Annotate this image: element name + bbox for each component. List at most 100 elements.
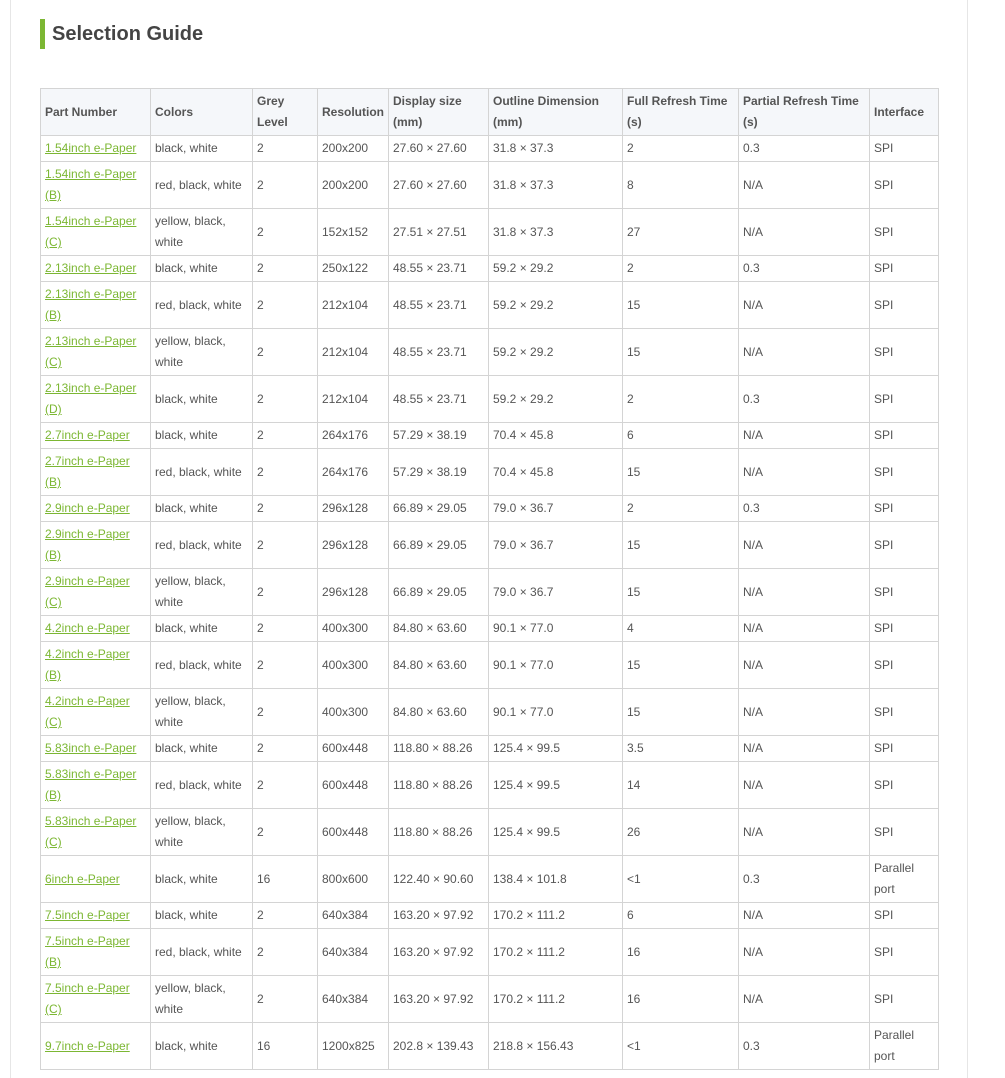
display-size-cell: 163.20 × 97.92 (388, 975, 489, 1023)
display-size-cell: 57.29 × 38.19 (388, 422, 489, 449)
partial-refresh-cell: N/A (738, 975, 870, 1023)
part-number-cell: 2.7inch e-Paper (B) (40, 448, 151, 496)
part-number-link[interactable]: 7.5inch e-Paper (C) (45, 981, 130, 1016)
part-number-link[interactable]: 5.83inch e-Paper (B) (45, 767, 136, 802)
colors-cell: red, black, white (150, 521, 253, 569)
part-number-cell: 2.9inch e-Paper (40, 495, 151, 522)
part-number-link[interactable]: 4.2inch e-Paper (B) (45, 647, 130, 682)
part-number-cell: 6inch e-Paper (40, 855, 151, 903)
display-size-cell: 48.55 × 23.71 (388, 328, 489, 376)
table-row: 2.9inch e-Paper black, white 2 296x128 66.89… (40, 495, 939, 522)
grey-level-cell: 2 (252, 495, 318, 522)
colors-cell: yellow, black, white (150, 568, 253, 616)
outline-dimension-cell: 31.8 × 37.3 (488, 135, 623, 162)
interface-cell: SPI (869, 495, 939, 522)
part-number-cell: 2.13inch e-Paper (B) (40, 281, 151, 329)
display-size-cell: 48.55 × 23.71 (388, 255, 489, 282)
part-number-link[interactable]: 5.83inch e-Paper (C) (45, 814, 136, 849)
outline-dimension-cell: 59.2 × 29.2 (488, 375, 623, 423)
part-number-link[interactable]: 5.83inch e-Paper (45, 741, 136, 755)
colors-cell: red, black, white (150, 928, 253, 976)
grey-level-cell: 2 (252, 928, 318, 976)
resolution-cell: 212x104 (317, 281, 389, 329)
table-row: 9.7inch e-Paper black, white 16 1200x825 202… (40, 1022, 939, 1070)
part-number-cell: 7.5inch e-Paper (C) (40, 975, 151, 1023)
table-row: 2.13inch e-Paper (C) yellow, black, white… (40, 328, 939, 376)
interface-cell: SPI (869, 328, 939, 376)
partial-refresh-cell: 0.3 (738, 375, 870, 423)
partial-refresh-cell: N/A (738, 422, 870, 449)
partial-refresh-cell: N/A (738, 521, 870, 569)
grey-level-cell: 2 (252, 208, 318, 256)
part-number-cell: 1.54inch e-Paper (40, 135, 151, 162)
grey-level-cell: 2 (252, 641, 318, 689)
full-refresh-cell: 6 (622, 902, 739, 929)
part-number-link[interactable]: 4.2inch e-Paper (45, 621, 130, 635)
grey-level-cell: 2 (252, 328, 318, 376)
part-number-link[interactable]: 1.54inch e-Paper (C) (45, 214, 136, 249)
grey-level-cell: 16 (252, 855, 318, 903)
selection-guide-table: Part Number Colors Grey Level Resolution… (40, 88, 939, 1070)
part-number-link[interactable]: 6inch e-Paper (45, 872, 120, 886)
colors-cell: yellow, black, white (150, 328, 253, 376)
outline-dimension-cell: 170.2 × 111.2 (488, 975, 623, 1023)
resolution-cell: 400x300 (317, 688, 389, 736)
part-number-cell: 2.7inch e-Paper (40, 422, 151, 449)
colors-cell: black, white (150, 135, 253, 162)
outline-dimension-cell: 218.8 × 156.43 (488, 1022, 623, 1070)
display-size-cell: 48.55 × 23.71 (388, 281, 489, 329)
interface-cell: SPI (869, 808, 939, 856)
part-number-cell: 2.9inch e-Paper (B) (40, 521, 151, 569)
part-number-link[interactable]: 2.7inch e-Paper (B) (45, 454, 130, 489)
interface-cell: SPI (869, 641, 939, 689)
part-number-link[interactable]: 9.7inch e-Paper (45, 1039, 130, 1053)
part-number-link[interactable]: 2.13inch e-Paper (45, 261, 136, 275)
colors-cell: black, white (150, 422, 253, 449)
table-row: 7.5inch e-Paper black, white 2 640x384 163.2… (40, 902, 939, 929)
colors-cell: black, white (150, 902, 253, 929)
interface-cell: SPI (869, 735, 939, 762)
colors-cell: black, white (150, 495, 253, 522)
table-row: 2.9inch e-Paper (C) yellow, black, white 2… (40, 568, 939, 616)
resolution-cell: 640x384 (317, 928, 389, 976)
part-number-link[interactable]: 7.5inch e-Paper (45, 908, 130, 922)
part-number-cell: 1.54inch e-Paper (C) (40, 208, 151, 256)
header-partial-refresh-time: Partial Refresh Time (s) (738, 88, 870, 136)
grey-level-cell: 2 (252, 448, 318, 496)
part-number-link[interactable]: 2.9inch e-Paper (B) (45, 527, 130, 562)
interface-cell: SPI (869, 521, 939, 569)
outline-dimension-cell: 79.0 × 36.7 (488, 521, 623, 569)
table-row: 4.2inch e-Paper (B) red, black, white 2 400… (40, 641, 939, 689)
resolution-cell: 264x176 (317, 448, 389, 496)
full-refresh-cell: 15 (622, 568, 739, 616)
resolution-cell: 296x128 (317, 495, 389, 522)
table-row: 1.54inch e-Paper (B) red, black, white 2 20… (40, 161, 939, 209)
part-number-link[interactable]: 2.13inch e-Paper (D) (45, 381, 136, 416)
colors-cell: yellow, black, white (150, 208, 253, 256)
outline-dimension-cell: 31.8 × 37.3 (488, 161, 623, 209)
resolution-cell: 600x448 (317, 808, 389, 856)
colors-cell: black, white (150, 735, 253, 762)
header-resolution: Resolution (317, 88, 389, 136)
resolution-cell: 200x200 (317, 161, 389, 209)
full-refresh-cell: 15 (622, 688, 739, 736)
resolution-cell: 152x152 (317, 208, 389, 256)
part-number-link[interactable]: 1.54inch e-Paper (B) (45, 167, 136, 202)
grey-level-cell: 2 (252, 735, 318, 762)
table-row: 2.13inch e-Paper black, white 2 250x122 48.5… (40, 255, 939, 282)
colors-cell: yellow, black, white (150, 688, 253, 736)
interface-cell: SPI (869, 375, 939, 423)
part-number-link[interactable]: 2.9inch e-Paper (C) (45, 574, 130, 609)
header-interface: Interface (869, 88, 939, 136)
interface-cell: SPI (869, 161, 939, 209)
part-number-link[interactable]: 2.13inch e-Paper (B) (45, 287, 136, 322)
part-number-link[interactable]: 4.2inch e-Paper (C) (45, 694, 130, 729)
grey-level-cell: 2 (252, 375, 318, 423)
partial-refresh-cell: N/A (738, 208, 870, 256)
part-number-cell: 2.9inch e-Paper (C) (40, 568, 151, 616)
part-number-link[interactable]: 2.9inch e-Paper (45, 501, 130, 515)
part-number-link[interactable]: 1.54inch e-Paper (45, 141, 136, 155)
part-number-link[interactable]: 2.13inch e-Paper (C) (45, 334, 136, 369)
part-number-link[interactable]: 2.7inch e-Paper (45, 428, 130, 442)
part-number-link[interactable]: 7.5inch e-Paper (B) (45, 934, 130, 969)
